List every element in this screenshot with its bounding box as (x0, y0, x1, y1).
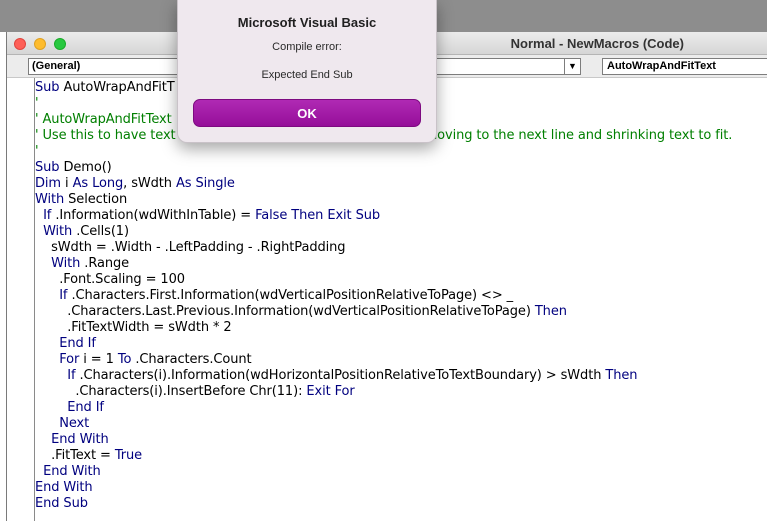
code-keyword: End With (43, 464, 101, 479)
code-text: .FitTextWidth = sWdth * 2 (35, 320, 232, 335)
dialog-detail: Expected End Sub (261, 69, 353, 81)
code-keyword: End With (35, 480, 93, 495)
code-keyword: Sub (35, 80, 64, 95)
code-keyword: If (67, 368, 80, 383)
code-line[interactable]: .Font.Scaling = 100 (35, 272, 185, 288)
code-text: , sWdth (123, 176, 176, 191)
code-line[interactable]: ' AutoWrapAndFitText (35, 112, 172, 128)
code-keyword: End If (59, 336, 96, 351)
code-keyword: If (59, 288, 72, 303)
code-line[interactable]: With .Cells(1) (35, 224, 129, 240)
dialog-message: Compile error: (272, 41, 342, 53)
procedure-combo[interactable]: AutoWrapAndFitText (602, 58, 767, 75)
code-keyword: Dim (35, 176, 66, 191)
code-line[interactable]: If .Information(wdWithInTable) = False T… (35, 208, 380, 224)
code-line[interactable]: Sub AutoWrapAndFitT (35, 80, 175, 96)
code-keyword: End If (67, 400, 104, 415)
code-line[interactable]: .Characters(i).InsertBefore Chr(11): Exi… (35, 384, 355, 400)
margin-indicator-bar[interactable] (13, 78, 35, 521)
code-line[interactable]: sWdth = .Width - .LeftPadding - .RightPa… (35, 240, 345, 256)
chevron-down-icon[interactable]: ▼ (564, 58, 581, 75)
code-keyword: False Then Exit Sub (255, 208, 381, 223)
code-keyword: To (117, 352, 136, 367)
code-keyword: If (43, 208, 56, 223)
code-line[interactable]: Next (35, 416, 89, 432)
code-line[interactable]: End If (35, 400, 104, 416)
code-keyword: As Single (175, 176, 235, 191)
code-keyword: End Sub (35, 496, 88, 511)
code-comment: ' AutoWrapAndFitText (35, 112, 172, 127)
code-line[interactable]: .FitTextWidth = sWdth * 2 (35, 320, 232, 336)
code-comment: ' Use this to have text (35, 128, 176, 143)
code-text: .Cells(1) (76, 224, 129, 239)
code-text: i (65, 176, 73, 191)
code-line[interactable]: If .Characters.First.Information(wdVerti… (35, 288, 513, 304)
code-editor[interactable]: Sub AutoWrapAndFitT ' ' AutoWrapAndFitText… (35, 80, 767, 521)
code-keyword: With (43, 224, 77, 239)
code-comment: ' (35, 96, 39, 111)
code-line[interactable]: With Selection (35, 192, 127, 208)
code-line[interactable]: If .Characters(i).Information(wdHorizont… (35, 368, 637, 384)
code-text: .Characters(i).InsertBefore Chr(11): (35, 384, 307, 399)
code-text: .Information(wdWithInTable) = (55, 208, 256, 223)
ok-button[interactable]: OK (193, 99, 421, 127)
code-keyword: With (35, 192, 69, 207)
code-keyword: With (51, 256, 85, 271)
code-comment: ' (35, 144, 39, 159)
code-text: Demo() (63, 160, 112, 175)
dialog-title: Microsoft Visual Basic (237, 15, 377, 30)
code-keyword: Exit For (306, 384, 355, 399)
code-text: .Font.Scaling = 100 (35, 272, 185, 287)
code-line[interactable]: .FitText = True (35, 448, 142, 464)
code-keyword: Then (534, 304, 567, 319)
code-line[interactable]: ' (35, 96, 39, 112)
code-text: sWdth = .Width - .LeftPadding - .RightPa… (35, 240, 346, 255)
code-text: .Characters.Last.Previous.Information(wd… (35, 304, 535, 319)
code-line[interactable]: For i = 1 To .Characters.Count (35, 352, 252, 368)
compile-error-dialog: Microsoft Visual Basic Compile error: Ex… (177, 0, 437, 143)
code-text: .FitText = (35, 448, 115, 463)
code-keyword: As Long (72, 176, 124, 191)
code-keyword: Next (59, 416, 90, 431)
code-line[interactable]: End With (35, 432, 109, 448)
code-text: .Characters.Count (135, 352, 252, 367)
code-keyword: Then (605, 368, 638, 383)
code-line[interactable]: End If (35, 336, 96, 352)
code-keyword: End With (51, 432, 109, 447)
code-line[interactable]: End With (35, 464, 101, 480)
code-line[interactable]: .Characters.Last.Previous.Information(wd… (35, 304, 567, 320)
code-keyword: Sub (35, 160, 64, 175)
code-text: AutoWrapAndFitT (63, 80, 175, 95)
code-text: .Range (84, 256, 130, 271)
code-line[interactable]: Sub Demo() (35, 160, 112, 176)
code-text: i = 1 (83, 352, 118, 367)
code-line[interactable]: ' (35, 144, 39, 160)
code-text: .Characters.First.Information(wdVertical… (71, 288, 514, 303)
code-keyword: True (114, 448, 143, 463)
code-text: Selection (68, 192, 128, 207)
code-line[interactable]: End With (35, 480, 93, 496)
code-line[interactable]: End Sub (35, 496, 88, 512)
code-line[interactable]: With .Range (35, 256, 129, 272)
code-line[interactable]: Dim i As Long, sWdth As Single (35, 176, 235, 192)
code-keyword: For (59, 352, 84, 367)
code-text: .Characters(i).Information(wdHorizontalP… (79, 368, 606, 383)
